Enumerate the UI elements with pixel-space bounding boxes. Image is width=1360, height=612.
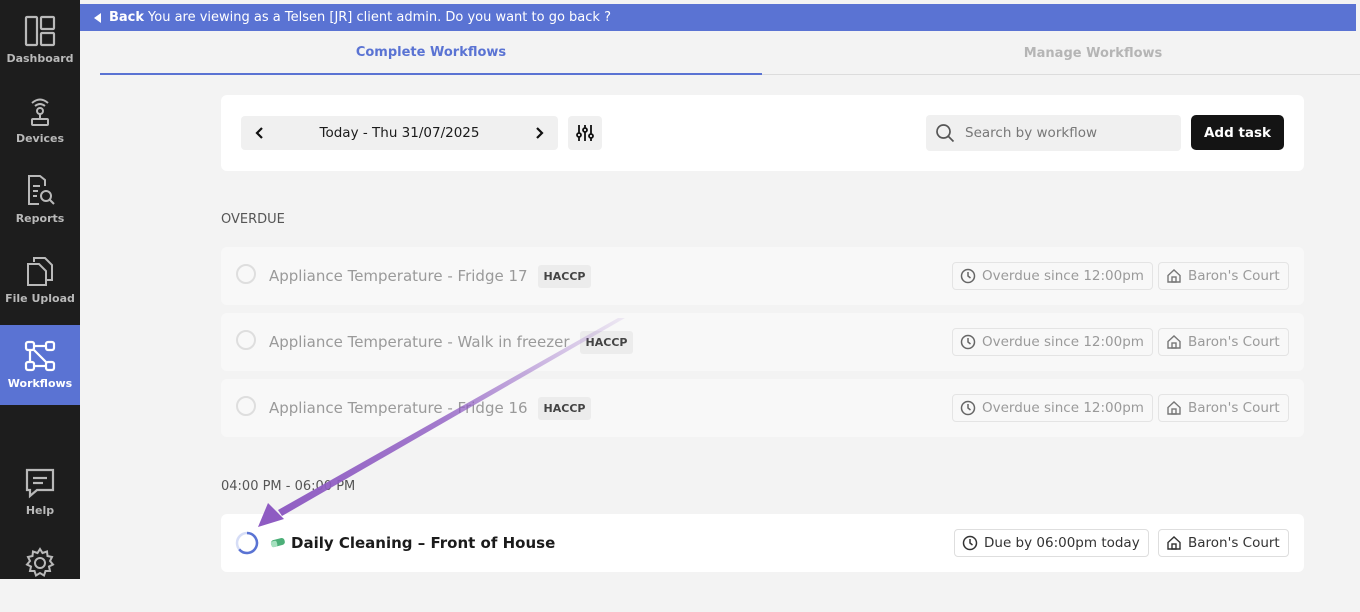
workflow-tabs: Complete Workflows Manage Workflows — [100, 32, 1360, 75]
add-task-button[interactable]: Add task — [1191, 115, 1284, 150]
home-icon — [1167, 536, 1181, 550]
task-location-pill: Baron's Court — [1158, 262, 1289, 290]
task-status-text: Overdue since 12:00pm — [982, 268, 1144, 284]
sidebar-item-label: Workflows — [7, 377, 73, 390]
workflows-icon — [24, 340, 56, 372]
filter-button[interactable] — [568, 116, 602, 150]
clock-icon — [960, 400, 976, 416]
task-tag: HACCP — [579, 330, 634, 354]
back-button[interactable]: Back — [94, 10, 144, 25]
task-location-pill: Baron's Court — [1158, 328, 1289, 356]
task-tag: HACCP — [537, 396, 592, 420]
back-arrow-icon — [94, 12, 101, 23]
tab-manage-workflows[interactable]: Manage Workflows — [762, 32, 1360, 74]
sidebar-item-workflows[interactable]: Workflows — [0, 325, 80, 405]
current-date[interactable]: Today - Thu 31/07/2025 — [281, 116, 518, 150]
clock-icon — [960, 268, 976, 284]
sidebar-item-reports[interactable]: Reports — [0, 160, 80, 240]
task-checkbox[interactable] — [236, 330, 256, 350]
sidebar-item-label: Dashboard — [6, 52, 74, 65]
search-box — [926, 115, 1181, 151]
task-location-text: Baron's Court — [1188, 268, 1280, 284]
task-title: Daily Cleaning – Front of House — [291, 534, 556, 552]
task-progress-icon[interactable] — [235, 531, 259, 555]
task-checkbox[interactable] — [236, 396, 256, 416]
toolbar: Today - Thu 31/07/2025 Add task — [221, 95, 1304, 171]
sidebar-item-dashboard[interactable]: Dashboard — [0, 0, 80, 80]
sidebar-item-help[interactable]: Help — [0, 452, 80, 532]
task-title: Appliance Temperature - Walk in freezer — [269, 333, 570, 351]
home-icon — [1167, 335, 1181, 349]
task-location-text: Baron's Court — [1188, 400, 1280, 416]
file-upload-icon — [27, 257, 53, 286]
home-icon — [1167, 401, 1181, 415]
back-label: Back — [109, 10, 145, 25]
section-label-timeslot: 04:00 PM - 06:00 PM — [221, 479, 356, 494]
search-input[interactable] — [963, 124, 1167, 142]
task-title: Appliance Temperature - Fridge 17 — [269, 267, 528, 285]
home-icon — [1167, 269, 1181, 283]
sidebar-item-label: Devices — [15, 132, 65, 145]
task-title-wrap: Daily Cleaning – Front of House — [269, 514, 555, 572]
task-status-pill: Overdue since 12:00pm — [952, 394, 1153, 422]
task-location-text: Baron's Court — [1188, 334, 1280, 350]
section-label-overdue: OVERDUE — [221, 212, 285, 227]
sidebar-item-label: Help — [25, 504, 55, 517]
sidebar-item-settings[interactable] — [0, 532, 80, 612]
sidebar-item-devices[interactable]: Devices — [0, 80, 80, 160]
task-title: Appliance Temperature - Fridge 16 — [269, 399, 528, 417]
clock-icon — [960, 334, 976, 350]
eraser-icon — [270, 537, 285, 548]
task-status-pill: Overdue since 12:00pm — [952, 328, 1153, 356]
sidebar-item-label: Reports — [15, 212, 65, 225]
task-title-wrap: Appliance Temperature - Walk in freezer … — [269, 313, 634, 371]
task-location-pill: Baron's Court — [1158, 394, 1289, 422]
task-tag: HACCP — [537, 264, 592, 288]
next-day-button[interactable] — [522, 116, 556, 150]
task-status-pill: Due by 06:00pm today — [954, 529, 1149, 557]
task-row[interactable]: Appliance Temperature - Fridge 17 HACCP … — [221, 247, 1304, 305]
filter-sliders-icon — [576, 125, 594, 141]
task-title-wrap: Appliance Temperature - Fridge 16 HACCP — [269, 379, 592, 437]
search-icon — [936, 124, 955, 143]
task-location-pill: Baron's Court — [1158, 529, 1289, 557]
chevron-left-icon — [255, 127, 263, 139]
task-row[interactable]: Appliance Temperature - Walk in freezer … — [221, 313, 1304, 371]
settings-icon — [25, 547, 55, 578]
sidebar-item-file-upload[interactable]: File Upload — [0, 240, 80, 320]
sidebar: Dashboard Devices Reports File Upload Wo… — [0, 0, 80, 579]
task-row[interactable]: Daily Cleaning – Front of House Due by 0… — [221, 514, 1304, 572]
help-icon — [25, 468, 55, 499]
previous-day-button[interactable] — [243, 116, 277, 150]
task-location-text: Baron's Court — [1188, 535, 1280, 551]
chevron-right-icon — [536, 127, 544, 139]
reports-icon — [28, 175, 55, 205]
task-row[interactable]: Appliance Temperature - Fridge 16 HACCP … — [221, 379, 1304, 437]
task-status-text: Overdue since 12:00pm — [982, 400, 1144, 416]
task-title-wrap: Appliance Temperature - Fridge 17 HACCP — [269, 247, 592, 305]
sidebar-item-label: File Upload — [5, 292, 75, 305]
banner-message: You are viewing as a Telsen [JR] client … — [148, 10, 611, 25]
task-status-text: Overdue since 12:00pm — [982, 334, 1144, 350]
task-status-text: Due by 06:00pm today — [984, 535, 1140, 551]
dashboard-icon — [24, 15, 56, 47]
task-status-pill: Overdue since 12:00pm — [952, 262, 1153, 290]
tab-complete-workflows[interactable]: Complete Workflows — [100, 32, 762, 75]
clock-icon — [962, 535, 978, 551]
impersonation-banner: Back You are viewing as a Telsen [JR] cl… — [80, 4, 1356, 31]
date-navigator: Today - Thu 31/07/2025 — [241, 116, 558, 150]
devices-icon — [31, 98, 49, 126]
task-checkbox[interactable] — [236, 264, 256, 284]
